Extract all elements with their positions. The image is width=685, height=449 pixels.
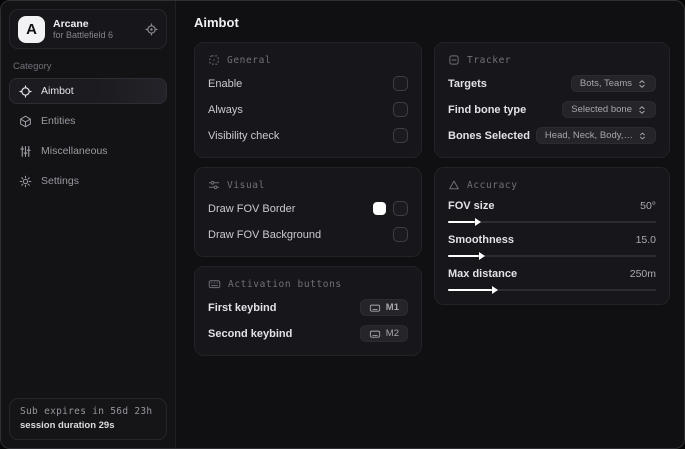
targets-label: Targets — [448, 77, 487, 90]
sidebar-item-label: Entities — [41, 115, 76, 127]
visual-card: Visual Draw FOV Border Draw FOV Backgrou… — [194, 167, 422, 257]
bones-selected-dropdown[interactable]: Head, Neck, Body, Pe.. — [535, 127, 656, 144]
app-header-card: A Arcane for Battlefield 6 — [9, 9, 167, 49]
visibility-check-checkbox[interactable] — [393, 128, 408, 143]
always-checkbox[interactable] — [393, 102, 408, 117]
sidebar-item-settings[interactable]: Settings — [9, 168, 167, 194]
card-title: Tracker — [467, 54, 512, 66]
targets-dropdown[interactable]: Bots, Teams — [570, 75, 656, 92]
subscription-info-card: Sub expires in 56d 23h session duration … — [9, 398, 167, 440]
fov-size-slider[interactable] — [448, 218, 656, 226]
entities-icon — [20, 115, 31, 127]
app-title: Arcane — [53, 17, 89, 30]
find-bone-type-dropdown[interactable]: Selected bone — [562, 101, 656, 118]
max-distance-slider[interactable] — [448, 286, 656, 294]
general-card: General Enable Always Visibility check — [194, 42, 422, 158]
sub-expires-text: Sub expires in 56d 23h — [20, 406, 153, 417]
accuracy-card: Accuracy FOV size 50° Smoothness 15.0 Ma… — [434, 167, 670, 305]
gear-icon — [19, 175, 32, 187]
sidebar-item-entities[interactable]: Entities — [9, 108, 167, 134]
card-title: General — [227, 54, 272, 66]
app-subtitle: for Battlefield 6 — [53, 29, 114, 40]
fov-border-color-swatch[interactable] — [373, 202, 386, 215]
unfold-icon — [639, 105, 645, 114]
first-keybind-button[interactable]: M1 — [359, 299, 408, 316]
smoothness-value: 15.0 — [635, 234, 656, 246]
minus-square-icon — [449, 55, 459, 65]
second-keybind-label: Second keybind — [208, 327, 293, 340]
sidebar-item-label: Aimbot — [41, 85, 74, 97]
enable-checkbox[interactable] — [393, 76, 408, 91]
app-window: A Arcane for Battlefield 6 Category Aimb… — [0, 0, 685, 449]
equalizer-icon — [20, 145, 31, 157]
app-logo-letter: A — [26, 20, 37, 38]
keyboard-icon — [208, 280, 221, 289]
fov-size-value: 50° — [640, 200, 656, 212]
crosshair-overlay-icon[interactable] — [145, 22, 158, 36]
app-logo: A — [18, 15, 45, 43]
smoothness-slider[interactable] — [448, 252, 656, 260]
max-distance-slider-row: Max distance 250m — [448, 268, 656, 294]
bones-selected-label: Bones Selected — [448, 129, 530, 142]
keyboard-icon — [369, 330, 380, 338]
sliders-icon — [208, 180, 220, 190]
draw-fov-background-label: Draw FOV Background — [208, 228, 322, 241]
dropdown-value: Bots, Teams — [579, 78, 632, 89]
fov-size-label: FOV size — [448, 200, 495, 212]
crosshair-icon — [19, 84, 32, 98]
card-title: Visual — [227, 179, 265, 191]
sidebar-item-miscellaneous[interactable]: Miscellaneous — [9, 138, 167, 164]
dropdown-value: Selected bone — [571, 104, 632, 115]
max-distance-label: Max distance — [448, 268, 518, 280]
draw-fov-background-checkbox[interactable] — [393, 227, 408, 242]
keyboard-icon — [369, 304, 380, 312]
smoothness-label: Smoothness — [448, 234, 515, 246]
max-distance-value: 250m — [629, 268, 656, 280]
keybind-value: M2 — [385, 328, 399, 339]
draw-fov-border-checkbox[interactable] — [393, 201, 408, 216]
always-label: Always — [208, 103, 243, 116]
page-title: Aimbot — [194, 15, 239, 30]
sidebar: A Arcane for Battlefield 6 Category Aimb… — [1, 1, 176, 448]
find-bone-type-label: Find bone type — [448, 103, 527, 116]
unfold-icon — [640, 132, 645, 139]
dropdown-value: Head, Neck, Body, Pe.. — [544, 130, 633, 141]
fov-size-slider-row: FOV size 50° — [448, 200, 656, 226]
unfold-icon — [639, 79, 645, 88]
category-label: Category — [13, 61, 52, 72]
visibility-check-label: Visibility check — [208, 129, 280, 142]
triangle-icon — [449, 180, 459, 190]
card-title: Activation buttons — [228, 278, 342, 290]
sidebar-item-aimbot[interactable]: Aimbot — [9, 78, 167, 104]
second-keybind-button[interactable]: M2 — [359, 325, 408, 342]
keybind-value: M1 — [385, 302, 399, 313]
first-keybind-label: First keybind — [208, 301, 277, 314]
smoothness-slider-row: Smoothness 15.0 — [448, 234, 656, 260]
card-title: Accuracy — [467, 179, 518, 191]
sidebar-item-label: Miscellaneous — [41, 145, 108, 157]
session-duration-text: session duration 29s — [20, 420, 115, 431]
tracker-card: Tracker Targets Bots, Teams Find bone ty… — [434, 42, 670, 158]
activation-buttons-card: Activation buttons First keybind M1 Seco… — [194, 266, 422, 356]
draw-fov-border-label: Draw FOV Border — [208, 202, 296, 215]
enable-label: Enable — [208, 77, 243, 90]
main-content: Aimbot General Enable Always Visibility … — [176, 1, 684, 448]
sidebar-item-label: Settings — [41, 175, 79, 187]
dashed-square-icon — [209, 55, 219, 65]
